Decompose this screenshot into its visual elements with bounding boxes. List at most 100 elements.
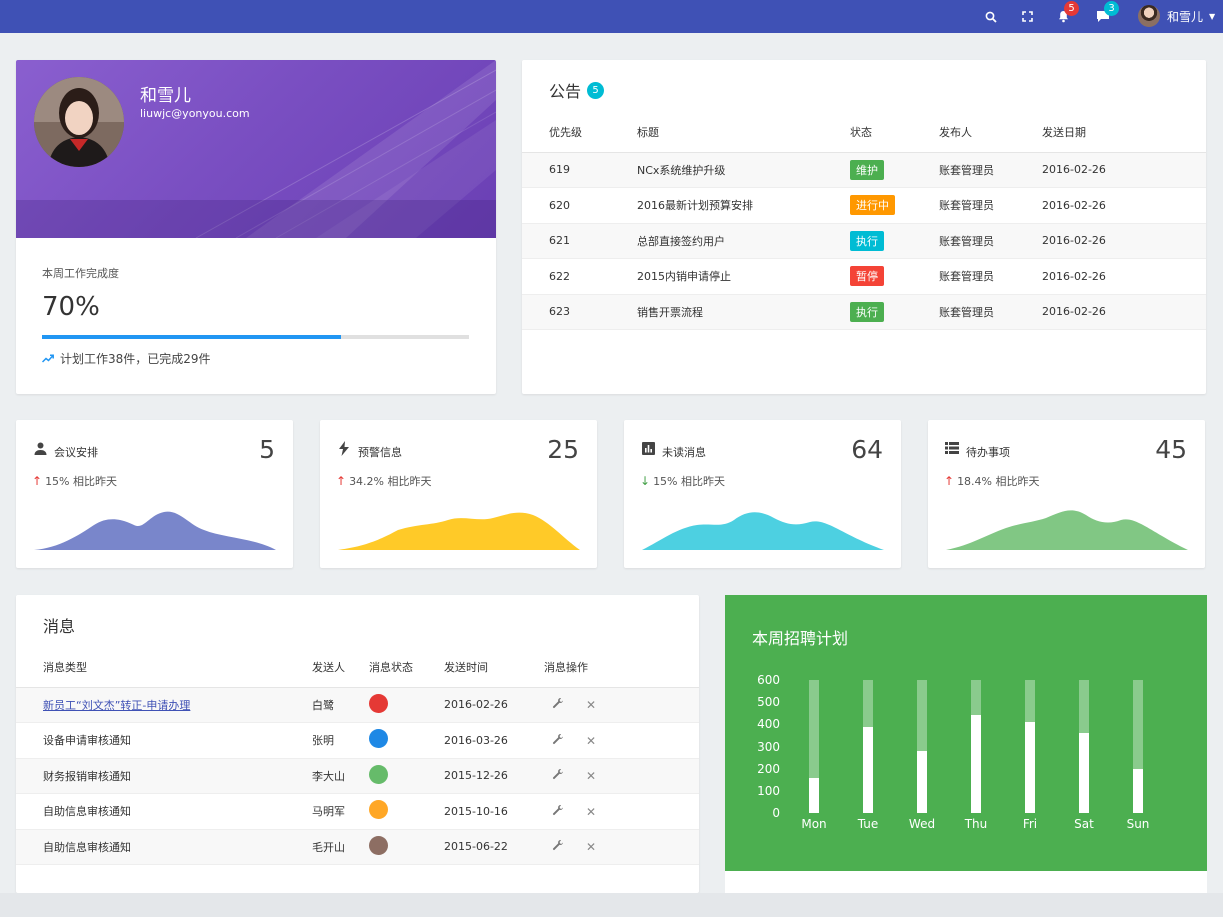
stat-value: 45 [1155,435,1187,464]
username: 和雪儿 [1167,9,1204,24]
stat-area [946,510,1188,550]
col-header: 发送时间 [444,648,544,688]
arrow-up-icon: ↑ [944,474,955,488]
table-row[interactable]: 新员工“刘文杰”转正-申请办理 白鹭 2016-02-26 ✕ [16,687,699,723]
stat-change: ↑ 34.2% 相比昨天 [336,473,432,489]
publisher-cell: 账套管理员 [939,258,1042,295]
table-row[interactable]: 自助信息审核通知 马明军 2015-10-16 ✕ [16,793,699,830]
trending-up-icon [42,354,54,363]
status-badge: 执行 [850,230,884,251]
announcement-title: 公告 5 [549,78,605,102]
bar[interactable] [917,750,927,813]
sender-cell: 张明 [312,722,369,759]
top-bar: 5 3 和雪儿 ▼ [0,0,1223,33]
message-link[interactable]: 新员工“刘文杰”转正-申请办理 [43,699,190,712]
stat-change-text: 18.4% 相比昨天 [957,475,1040,488]
search-icon[interactable] [983,0,999,33]
sender-cell: 毛开山 [312,829,369,865]
x-tick-label: Sun [1126,817,1150,831]
status-badge: 执行 [850,301,884,322]
date-cell: 2016-02-26 [1042,187,1206,224]
title-cell: 2016最新计划预算安排 [637,187,850,224]
bar[interactable] [863,726,873,813]
progress-label: 本周工作完成度 [42,267,119,280]
type-cell: 设备申请审核通知 [16,722,312,759]
status-cell: 暂停 [850,258,939,295]
stat-change: ↑ 18.4% 相比昨天 [944,473,1040,489]
col-header: 消息类型 [16,648,312,688]
progress-note-text: 计划工作38件，已完成29件 [60,352,211,366]
table-row[interactable]: 623 销售开票流程 执行 账套管理员 2016-02-26 [522,294,1206,330]
col-header: 优先级 [522,112,637,153]
status-dot [369,800,388,820]
announcement-card: 公告 5 优先级 标题 状态 发布人 发送日期 619 NCx系统维护升级 维护 账套… [522,60,1206,394]
close-icon[interactable]: ✕ [586,840,596,854]
sender-cell: 李大山 [312,758,369,794]
y-tick-label: 300 [757,739,780,754]
status-cell [369,758,444,794]
stat-area-chart [642,512,884,550]
time-cell: 2015-06-22 [444,829,544,865]
table-row[interactable]: 财务报销审核通知 李大山 2015-12-26 ✕ [16,758,699,794]
person-icon [32,440,48,456]
table-row[interactable]: 619 NCx系统维护升级 维护 账套管理员 2016-02-26 [522,152,1206,188]
progress-bar [42,335,469,339]
bar[interactable] [971,715,981,813]
priority-cell: 619 [522,152,637,188]
action-cell: ✕ [544,687,699,723]
status-cell [369,722,444,759]
stat-card[interactable]: 待办事项 45 ↑ 18.4% 相比昨天 [928,420,1205,568]
table-row[interactable]: 621 总部直接签约用户 执行 账套管理员 2016-02-26 [522,223,1206,259]
wrench-icon[interactable] [552,768,564,780]
close-icon[interactable]: ✕ [586,734,596,748]
chevron-down-icon: ▼ [1209,11,1216,21]
wrench-icon[interactable] [552,697,564,709]
wrench-icon[interactable] [552,804,564,816]
date-cell: 2016-02-26 [1042,223,1206,259]
priority-cell: 620 [522,187,637,224]
wrench-icon[interactable] [552,839,564,851]
stat-area [34,511,276,550]
bar[interactable] [809,777,819,813]
x-tick-label: Sat [1074,817,1094,831]
announcement-count-badge: 5 [587,81,605,99]
user-menu[interactable]: 和雪儿 ▼ [1138,4,1215,28]
publisher-cell: 账套管理员 [939,223,1042,259]
action-cell: ✕ [544,722,699,759]
y-tick-label: 600 [757,673,780,687]
status-dot [369,693,388,713]
bar[interactable] [1079,733,1089,813]
profile-avatar [34,77,124,167]
bar[interactable] [1133,768,1143,813]
fullscreen-icon[interactable] [1019,0,1035,33]
date-cell: 2016-02-26 [1042,152,1206,188]
publisher-cell: 账套管理员 [939,294,1042,330]
stat-label: 会议安排 [54,446,98,459]
title-cell: 销售开票流程 [637,294,850,330]
y-tick-label: 200 [757,761,780,776]
progress-note: 计划工作38件，已完成29件 [42,350,211,367]
stat-card[interactable]: 预警信息 25 ↑ 34.2% 相比昨天 [320,420,597,568]
status-cell: 执行 [850,294,939,330]
stat-card[interactable]: 会议安排 5 ↑ 15% 相比昨天 [16,420,293,568]
stat-card[interactable]: 未读消息 64 ↓ 15% 相比昨天 [624,420,901,568]
status-badge: 维护 [850,159,884,180]
close-icon[interactable]: ✕ [586,769,596,783]
messages-card: 消息 消息类型 发送人 消息状态 发送时间 消息操作 新员工“刘文杰”转正-申请… [16,595,699,893]
messages-table: 消息类型 发送人 消息状态 发送时间 消息操作 新员工“刘文杰”转正-申请办理 白… [16,648,699,865]
table-row[interactable]: 622 2015内销申请停止 暂停 账套管理员 2016-02-26 [522,258,1206,295]
arrow-up-icon: ↑ [336,474,347,488]
bar[interactable] [1025,722,1035,813]
page-footer [0,893,1223,917]
table-row[interactable]: 设备申请审核通知 张明 2016-03-26 ✕ [16,722,699,759]
wrench-icon[interactable] [552,733,564,745]
time-cell: 2015-10-16 [444,793,544,830]
close-icon[interactable]: ✕ [586,698,596,712]
status-cell: 执行 [850,223,939,259]
date-cell: 2016-02-26 [1042,294,1206,330]
table-row[interactable]: 620 2016最新计划预算安排 进行中 账套管理员 2016-02-26 [522,187,1206,224]
action-cell: ✕ [544,758,699,794]
close-icon[interactable]: ✕ [586,805,596,819]
x-tick-label: Tue [857,817,879,831]
table-row[interactable]: 自助信息审核通知 毛开山 2015-06-22 ✕ [16,829,699,865]
